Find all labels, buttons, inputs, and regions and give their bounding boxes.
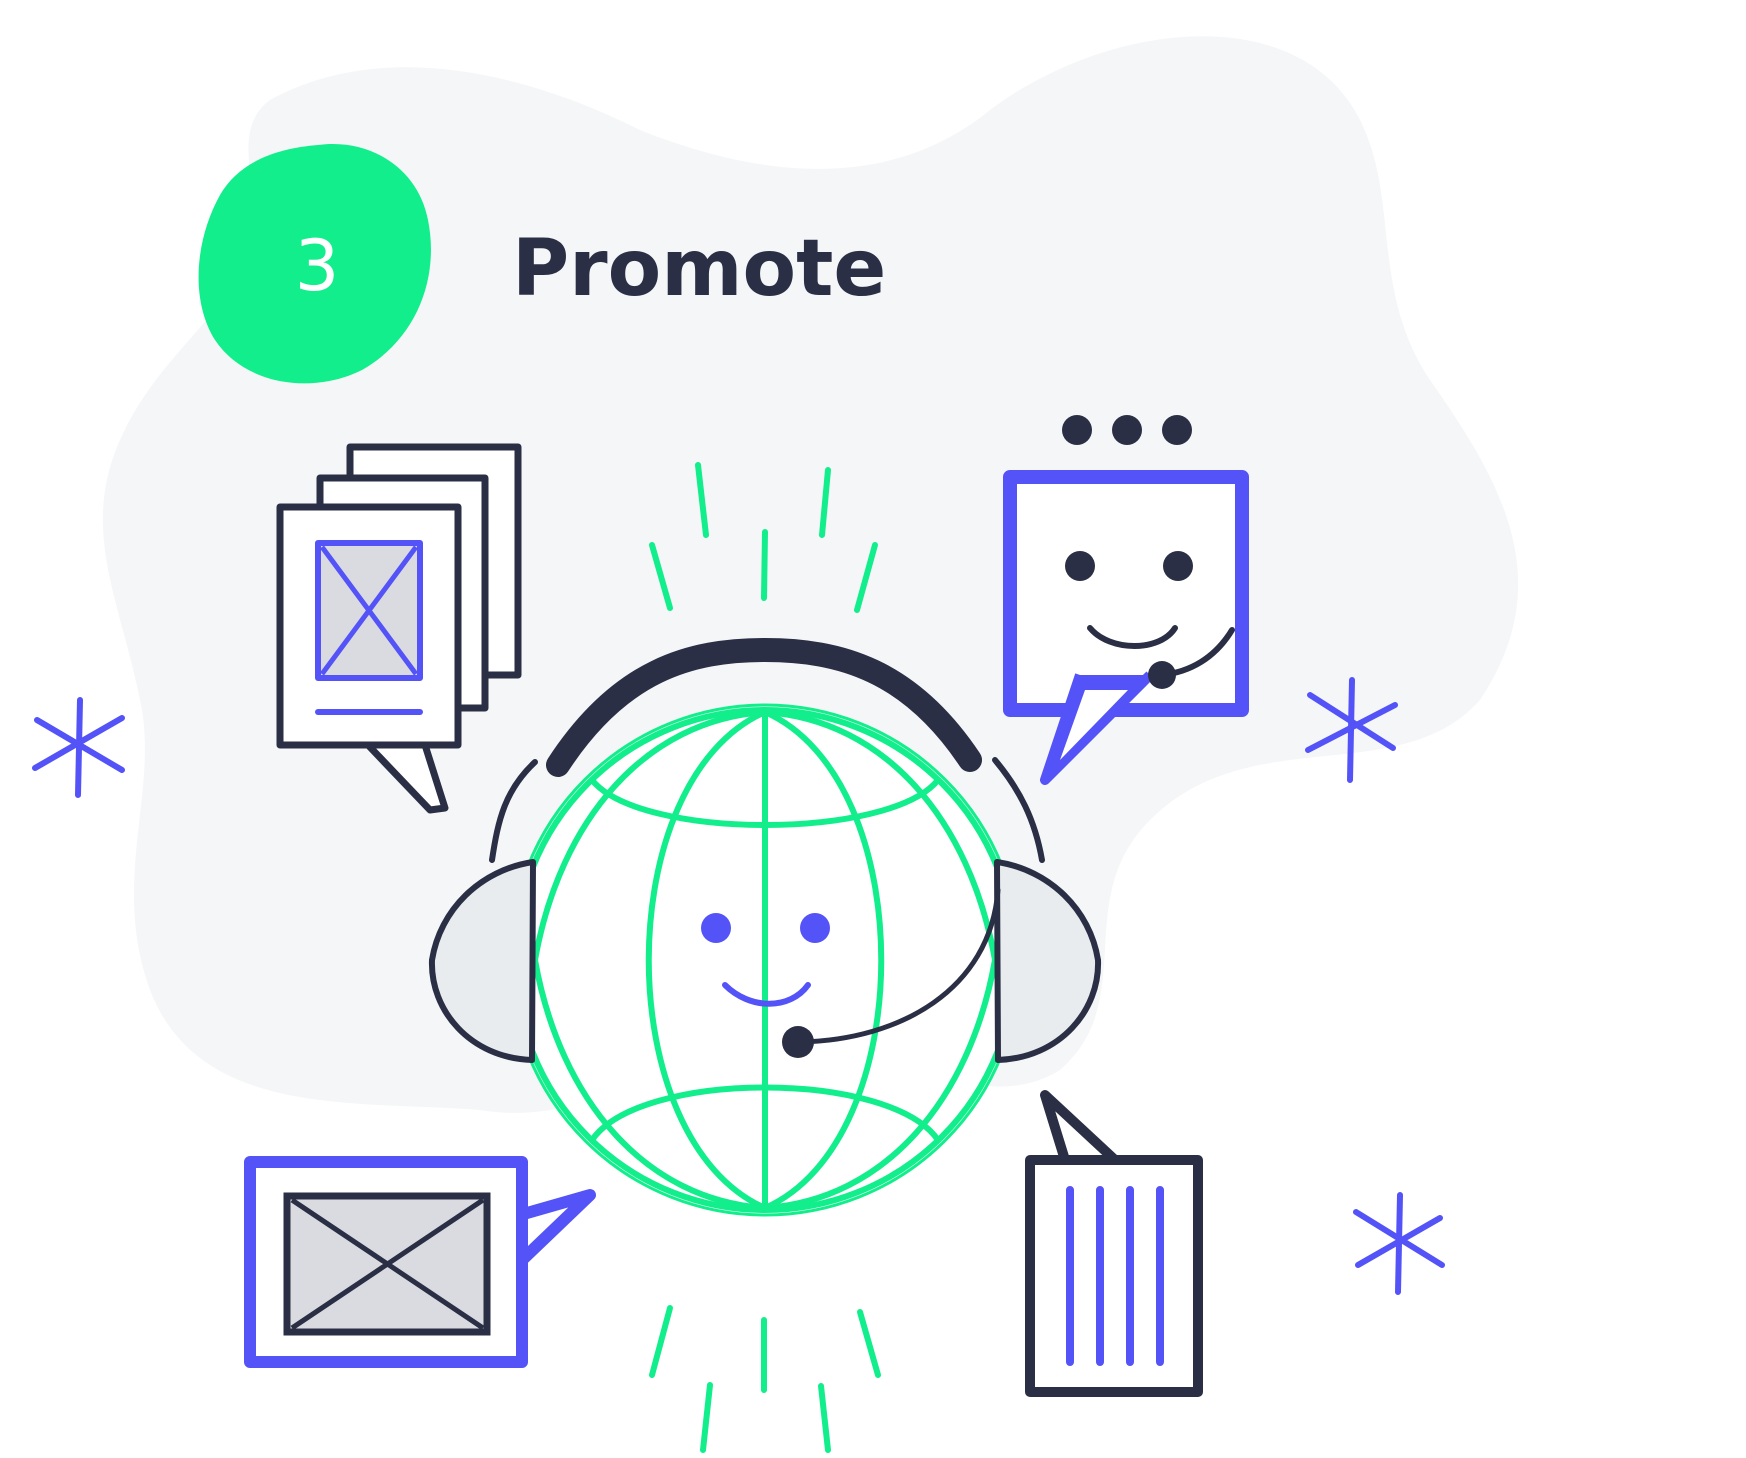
eye-icon [701, 913, 731, 943]
eye-icon [800, 913, 830, 943]
sparkle-icon [32, 697, 125, 798]
eye-icon [1065, 551, 1095, 581]
eye-icon [1163, 551, 1193, 581]
typing-dots-icon [1062, 415, 1192, 445]
step-number: 3 [295, 225, 340, 307]
image-card-icon [244, 1156, 596, 1368]
bars-card-icon [1025, 1090, 1203, 1397]
step-title: Promote [512, 224, 886, 314]
microphone-icon [782, 1026, 814, 1058]
promote-illustration: 3 Promote [32, 36, 1519, 1453]
globe-icon [508, 703, 1022, 1217]
sparkle-icon [1353, 1192, 1445, 1295]
microphone-icon [1148, 661, 1176, 689]
